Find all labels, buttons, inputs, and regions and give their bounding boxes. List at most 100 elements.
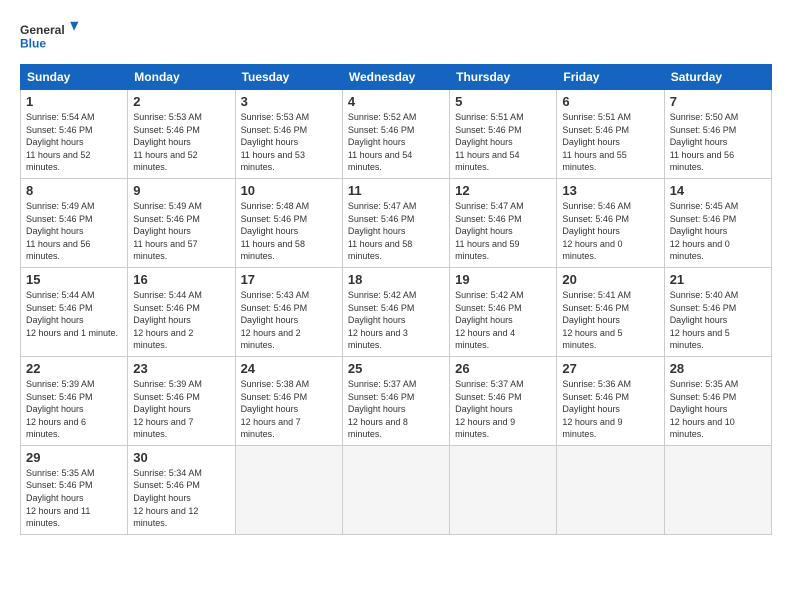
day-number: 8 <box>26 183 122 198</box>
calendar-cell: 13 Sunrise: 5:46 AMSunset: 5:46 PMDaylig… <box>557 178 664 267</box>
day-number: 25 <box>348 361 444 376</box>
day-info: Sunrise: 5:47 AMSunset: 5:46 PMDaylight … <box>348 201 417 261</box>
day-number: 19 <box>455 272 551 287</box>
calendar-cell: 12 Sunrise: 5:47 AMSunset: 5:46 PMDaylig… <box>450 178 557 267</box>
day-info: Sunrise: 5:46 AMSunset: 5:46 PMDaylight … <box>562 201 631 261</box>
weekday-header-monday: Monday <box>128 65 235 90</box>
calendar-cell: 18 Sunrise: 5:42 AMSunset: 5:46 PMDaylig… <box>342 267 449 356</box>
weekday-header-thursday: Thursday <box>450 65 557 90</box>
weekday-header-friday: Friday <box>557 65 664 90</box>
calendar-cell <box>557 445 664 534</box>
calendar-cell <box>342 445 449 534</box>
day-number: 21 <box>670 272 766 287</box>
header: General Blue <box>20 16 772 56</box>
svg-text:General: General <box>20 23 65 37</box>
day-info: Sunrise: 5:50 AMSunset: 5:46 PMDaylight … <box>670 112 739 172</box>
day-info: Sunrise: 5:53 AMSunset: 5:46 PMDaylight … <box>133 112 202 172</box>
day-number: 10 <box>241 183 337 198</box>
day-number: 28 <box>670 361 766 376</box>
calendar-cell: 5 Sunrise: 5:51 AMSunset: 5:46 PMDayligh… <box>450 90 557 179</box>
day-info: Sunrise: 5:34 AMSunset: 5:46 PMDaylight … <box>133 468 202 528</box>
logo-svg: General Blue <box>20 16 80 56</box>
svg-text:Blue: Blue <box>20 36 46 50</box>
day-info: Sunrise: 5:48 AMSunset: 5:46 PMDaylight … <box>241 201 310 261</box>
day-info: Sunrise: 5:49 AMSunset: 5:46 PMDaylight … <box>133 201 202 261</box>
day-number: 15 <box>26 272 122 287</box>
day-info: Sunrise: 5:36 AMSunset: 5:46 PMDaylight … <box>562 379 631 439</box>
day-number: 29 <box>26 450 122 465</box>
day-number: 12 <box>455 183 551 198</box>
day-info: Sunrise: 5:44 AMSunset: 5:46 PMDaylight … <box>133 290 202 350</box>
day-number: 9 <box>133 183 229 198</box>
day-number: 2 <box>133 94 229 109</box>
day-info: Sunrise: 5:47 AMSunset: 5:46 PMDaylight … <box>455 201 524 261</box>
day-number: 23 <box>133 361 229 376</box>
calendar-cell: 11 Sunrise: 5:47 AMSunset: 5:46 PMDaylig… <box>342 178 449 267</box>
day-info: Sunrise: 5:35 AMSunset: 5:46 PMDaylight … <box>26 468 95 528</box>
day-info: Sunrise: 5:43 AMSunset: 5:46 PMDaylight … <box>241 290 310 350</box>
day-info: Sunrise: 5:49 AMSunset: 5:46 PMDaylight … <box>26 201 95 261</box>
day-info: Sunrise: 5:45 AMSunset: 5:46 PMDaylight … <box>670 201 739 261</box>
day-info: Sunrise: 5:37 AMSunset: 5:46 PMDaylight … <box>455 379 524 439</box>
calendar-cell: 22 Sunrise: 5:39 AMSunset: 5:46 PMDaylig… <box>21 356 128 445</box>
week-row-1: 1 Sunrise: 5:54 AMSunset: 5:46 PMDayligh… <box>21 90 772 179</box>
calendar-cell: 1 Sunrise: 5:54 AMSunset: 5:46 PMDayligh… <box>21 90 128 179</box>
day-info: Sunrise: 5:35 AMSunset: 5:46 PMDaylight … <box>670 379 739 439</box>
day-info: Sunrise: 5:38 AMSunset: 5:46 PMDaylight … <box>241 379 310 439</box>
weekday-header-tuesday: Tuesday <box>235 65 342 90</box>
day-number: 3 <box>241 94 337 109</box>
calendar-cell: 16 Sunrise: 5:44 AMSunset: 5:46 PMDaylig… <box>128 267 235 356</box>
calendar-cell: 2 Sunrise: 5:53 AMSunset: 5:46 PMDayligh… <box>128 90 235 179</box>
day-number: 30 <box>133 450 229 465</box>
day-info: Sunrise: 5:40 AMSunset: 5:46 PMDaylight … <box>670 290 739 350</box>
calendar-cell: 19 Sunrise: 5:42 AMSunset: 5:46 PMDaylig… <box>450 267 557 356</box>
day-info: Sunrise: 5:39 AMSunset: 5:46 PMDaylight … <box>133 379 202 439</box>
day-info: Sunrise: 5:52 AMSunset: 5:46 PMDaylight … <box>348 112 417 172</box>
weekday-header-saturday: Saturday <box>664 65 771 90</box>
calendar-cell: 28 Sunrise: 5:35 AMSunset: 5:46 PMDaylig… <box>664 356 771 445</box>
calendar-table: SundayMondayTuesdayWednesdayThursdayFrid… <box>20 64 772 535</box>
calendar-cell: 8 Sunrise: 5:49 AMSunset: 5:46 PMDayligh… <box>21 178 128 267</box>
day-number: 26 <box>455 361 551 376</box>
calendar-cell: 21 Sunrise: 5:40 AMSunset: 5:46 PMDaylig… <box>664 267 771 356</box>
day-number: 5 <box>455 94 551 109</box>
calendar-cell: 3 Sunrise: 5:53 AMSunset: 5:46 PMDayligh… <box>235 90 342 179</box>
day-info: Sunrise: 5:39 AMSunset: 5:46 PMDaylight … <box>26 379 95 439</box>
calendar-cell: 15 Sunrise: 5:44 AMSunset: 5:46 PMDaylig… <box>21 267 128 356</box>
day-info: Sunrise: 5:54 AMSunset: 5:46 PMDaylight … <box>26 112 95 172</box>
day-info: Sunrise: 5:42 AMSunset: 5:46 PMDaylight … <box>348 290 417 350</box>
day-info: Sunrise: 5:51 AMSunset: 5:46 PMDaylight … <box>562 112 631 172</box>
day-info: Sunrise: 5:53 AMSunset: 5:46 PMDaylight … <box>241 112 310 172</box>
calendar-cell: 25 Sunrise: 5:37 AMSunset: 5:46 PMDaylig… <box>342 356 449 445</box>
day-number: 18 <box>348 272 444 287</box>
calendar-cell: 29 Sunrise: 5:35 AMSunset: 5:46 PMDaylig… <box>21 445 128 534</box>
calendar-cell: 6 Sunrise: 5:51 AMSunset: 5:46 PMDayligh… <box>557 90 664 179</box>
weekday-header-wednesday: Wednesday <box>342 65 449 90</box>
week-row-3: 15 Sunrise: 5:44 AMSunset: 5:46 PMDaylig… <box>21 267 772 356</box>
calendar-cell: 26 Sunrise: 5:37 AMSunset: 5:46 PMDaylig… <box>450 356 557 445</box>
calendar-cell: 20 Sunrise: 5:41 AMSunset: 5:46 PMDaylig… <box>557 267 664 356</box>
page: General Blue SundayMondayTuesdayWednesda… <box>0 0 792 612</box>
calendar-cell: 24 Sunrise: 5:38 AMSunset: 5:46 PMDaylig… <box>235 356 342 445</box>
day-number: 7 <box>670 94 766 109</box>
day-number: 11 <box>348 183 444 198</box>
calendar-cell: 9 Sunrise: 5:49 AMSunset: 5:46 PMDayligh… <box>128 178 235 267</box>
calendar-cell: 17 Sunrise: 5:43 AMSunset: 5:46 PMDaylig… <box>235 267 342 356</box>
day-number: 4 <box>348 94 444 109</box>
week-row-4: 22 Sunrise: 5:39 AMSunset: 5:46 PMDaylig… <box>21 356 772 445</box>
day-number: 22 <box>26 361 122 376</box>
day-number: 17 <box>241 272 337 287</box>
day-info: Sunrise: 5:41 AMSunset: 5:46 PMDaylight … <box>562 290 631 350</box>
calendar-cell: 30 Sunrise: 5:34 AMSunset: 5:46 PMDaylig… <box>128 445 235 534</box>
day-info: Sunrise: 5:37 AMSunset: 5:46 PMDaylight … <box>348 379 417 439</box>
day-number: 16 <box>133 272 229 287</box>
calendar-cell: 23 Sunrise: 5:39 AMSunset: 5:46 PMDaylig… <box>128 356 235 445</box>
day-info: Sunrise: 5:44 AMSunset: 5:46 PMDaylight … <box>26 290 118 338</box>
calendar-cell: 4 Sunrise: 5:52 AMSunset: 5:46 PMDayligh… <box>342 90 449 179</box>
day-number: 1 <box>26 94 122 109</box>
weekday-header-sunday: Sunday <box>21 65 128 90</box>
day-info: Sunrise: 5:42 AMSunset: 5:46 PMDaylight … <box>455 290 524 350</box>
week-row-5: 29 Sunrise: 5:35 AMSunset: 5:46 PMDaylig… <box>21 445 772 534</box>
calendar-cell: 14 Sunrise: 5:45 AMSunset: 5:46 PMDaylig… <box>664 178 771 267</box>
day-number: 13 <box>562 183 658 198</box>
